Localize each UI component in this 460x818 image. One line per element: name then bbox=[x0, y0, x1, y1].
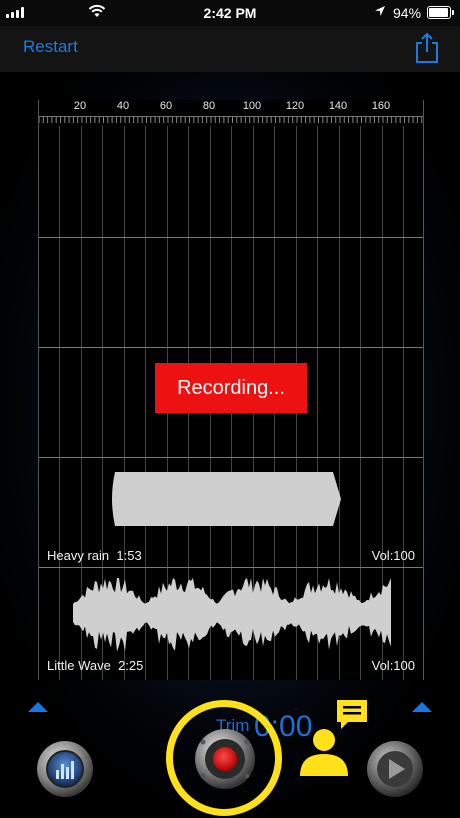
restart-button[interactable]: Restart bbox=[23, 37, 78, 57]
timeline: 20 40 60 80 100 120 140 160 Recording... Heavy … bbox=[38, 100, 424, 680]
ruler-ticks bbox=[39, 117, 423, 123]
heavy-rain-waveform[interactable] bbox=[109, 466, 343, 532]
battery-percentage: 94% bbox=[393, 5, 422, 21]
end-marker-icon[interactable] bbox=[412, 702, 432, 712]
track-volume: Vol:100 bbox=[371, 658, 415, 673]
navigation-bar: Restart bbox=[0, 26, 460, 73]
track-separator bbox=[39, 347, 423, 348]
track-separator bbox=[39, 237, 423, 238]
ruler-label: 80 bbox=[202, 100, 216, 112]
grid-line bbox=[59, 126, 60, 680]
battery-icon bbox=[427, 6, 454, 19]
ruler-label: 40 bbox=[116, 100, 130, 112]
equalizer-icon[interactable] bbox=[36, 740, 94, 798]
ruler-label: 140 bbox=[328, 100, 348, 112]
track-separator bbox=[39, 567, 423, 568]
grid-line bbox=[403, 126, 404, 680]
share-icon[interactable] bbox=[414, 32, 440, 64]
ruler-label: 160 bbox=[371, 100, 391, 112]
track-label: Heavy rain 1:53 bbox=[47, 548, 142, 563]
ruler-label: 100 bbox=[242, 100, 262, 112]
play-icon[interactable] bbox=[366, 740, 424, 798]
ruler-label: 20 bbox=[73, 100, 87, 112]
track-volume: Vol:100 bbox=[371, 548, 415, 563]
track-separator bbox=[39, 457, 423, 458]
ruler-label: 120 bbox=[285, 100, 305, 112]
status-time: 2:42 PM bbox=[203, 5, 257, 21]
record-icon[interactable] bbox=[194, 728, 256, 790]
editor-stage: 20 40 60 80 100 120 140 160 Recording... Heavy … bbox=[0, 72, 460, 818]
little-wave-waveform[interactable] bbox=[73, 574, 391, 654]
recording-indicator: Recording... bbox=[155, 363, 307, 413]
chat-bubble-icon[interactable] bbox=[334, 698, 370, 732]
track-label: Little Wave 2:25 bbox=[47, 658, 144, 673]
location-arrow-icon bbox=[375, 6, 385, 16]
status-bar: 2:42 PM 94% bbox=[0, 0, 460, 26]
person-icon[interactable] bbox=[296, 726, 352, 778]
start-marker-icon[interactable] bbox=[28, 702, 48, 712]
ruler-label: 60 bbox=[159, 100, 173, 112]
